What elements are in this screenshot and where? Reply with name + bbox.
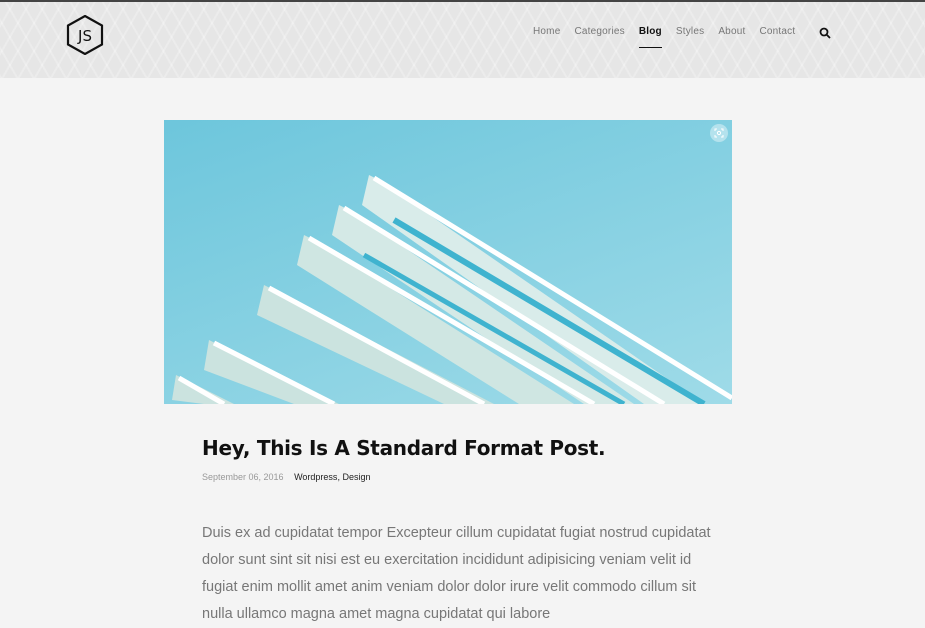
nav-about[interactable]: About bbox=[718, 26, 745, 48]
category-link[interactable]: Wordpress bbox=[294, 472, 337, 482]
nav-styles[interactable]: Styles bbox=[676, 26, 704, 48]
site-header: JS Home Categories Blog Styles About Con… bbox=[0, 2, 925, 78]
nav-categories[interactable]: Categories bbox=[574, 26, 624, 48]
js-logo[interactable]: JS bbox=[66, 15, 104, 55]
post-title: Hey, This Is A Standard Format Post. bbox=[202, 436, 606, 460]
nav-home[interactable]: Home bbox=[533, 26, 560, 48]
expand-image-icon[interactable] bbox=[710, 124, 728, 142]
main-nav: Home Categories Blog Styles About Contac… bbox=[533, 26, 809, 48]
post-date: September 06, 2016 bbox=[202, 472, 284, 482]
post-featured-image bbox=[164, 120, 732, 404]
post-meta: September 06, 2016 Wordpress, Design bbox=[202, 472, 371, 482]
building-image bbox=[172, 175, 732, 404]
post-body: Duis ex ad cupidatat tempor Excepteur ci… bbox=[202, 525, 711, 622]
search-icon[interactable] bbox=[819, 27, 831, 39]
svg-text:JS: JS bbox=[77, 27, 92, 45]
category-link[interactable]: Design bbox=[342, 472, 370, 482]
nav-contact[interactable]: Contact bbox=[759, 26, 795, 48]
nav-blog[interactable]: Blog bbox=[638, 26, 662, 48]
